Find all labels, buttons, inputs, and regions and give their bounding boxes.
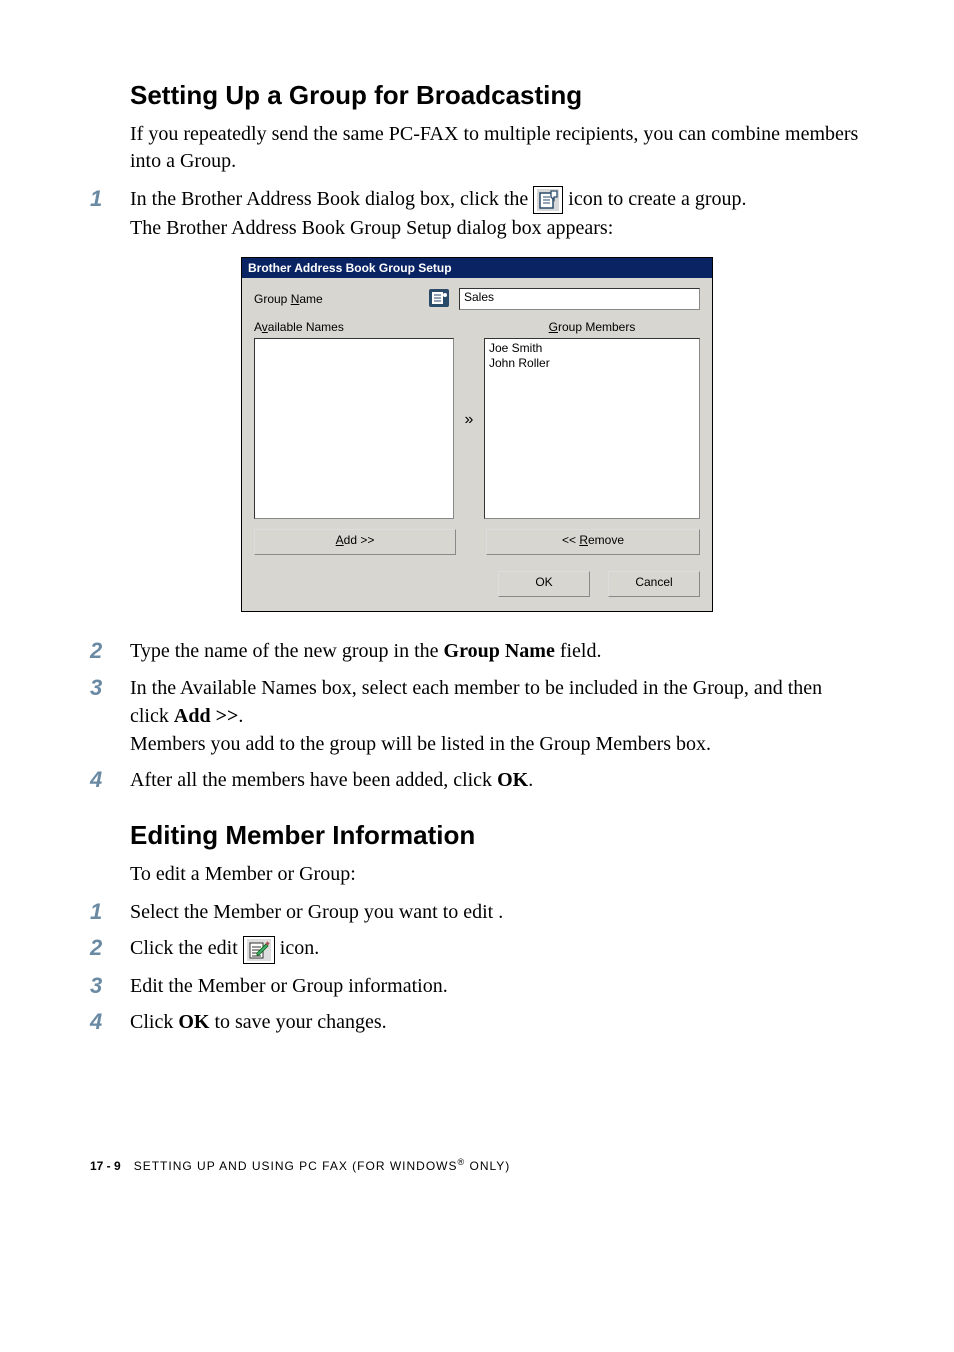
text: The Brother Address Book Group Setup dia…	[130, 217, 613, 239]
step-text: Select the Member or Group you want to e…	[130, 898, 864, 926]
group-icon	[419, 289, 459, 310]
text: A	[336, 533, 344, 547]
text: to save your changes.	[209, 1011, 386, 1033]
remove-button[interactable]: << Remove	[486, 529, 700, 555]
move-right-icon: »	[465, 411, 474, 429]
text-bold: Group Name	[444, 640, 555, 662]
step-number: 3	[90, 972, 130, 1001]
create-group-icon	[533, 186, 563, 214]
available-names-label: Available Names	[254, 320, 454, 334]
text: icon to create a group.	[568, 188, 746, 210]
group-members-listbox[interactable]: Joe Smith John Roller	[484, 338, 700, 519]
step-text: Click OK to save your changes.	[130, 1008, 864, 1036]
text: Members you add to the group will be lis…	[130, 733, 711, 755]
text: In the Brother Address Book dialog box, …	[130, 188, 533, 210]
section-intro: If you repeatedly send the same PC-FAX t…	[130, 121, 864, 175]
text: G	[549, 320, 558, 334]
text: After all the members have been added, c…	[130, 769, 497, 791]
step-text: In the Brother Address Book dialog box, …	[130, 185, 864, 242]
section-heading-editing: Editing Member Information	[130, 820, 864, 851]
text: ame	[299, 292, 322, 306]
list-item[interactable]: Joe Smith	[489, 341, 695, 356]
text: dd >>	[344, 533, 375, 547]
text: field.	[555, 640, 602, 662]
text: ailable Names	[268, 320, 344, 334]
step-number: 2	[90, 637, 130, 666]
list-item[interactable]: John Roller	[489, 356, 695, 371]
text: Click the edit	[130, 937, 243, 959]
step-text: After all the members have been added, c…	[130, 766, 864, 794]
available-names-listbox[interactable]	[254, 338, 454, 519]
group-setup-dialog: Brother Address Book Group Setup Group N…	[241, 257, 713, 612]
dialog-title-bar: Brother Address Book Group Setup	[242, 258, 712, 278]
group-name-input[interactable]: Sales	[459, 288, 700, 310]
text: icon.	[280, 937, 319, 959]
text: Click	[130, 1011, 178, 1033]
step-text: In the Available Names box, select each …	[130, 674, 864, 758]
cancel-button[interactable]: Cancel	[608, 571, 700, 597]
add-button[interactable]: Add >>	[254, 529, 456, 555]
text: Group	[254, 292, 291, 306]
step-text: Edit the Member or Group information.	[130, 972, 864, 1000]
group-members-label: Group Members	[484, 320, 700, 334]
step-number: 4	[90, 766, 130, 795]
text: ONLY)	[465, 1159, 510, 1173]
step-number: 1	[90, 898, 130, 927]
text: SETTING UP AND USING PC FAX (FOR WINDOWS	[134, 1159, 458, 1173]
text: emove	[588, 533, 624, 547]
text: .	[528, 769, 533, 791]
page-footer: 17 - 9 SETTING UP AND USING PC FAX (FOR …	[90, 1157, 864, 1173]
text: Type the name of the new group in the	[130, 640, 444, 662]
text: <<	[562, 533, 579, 547]
step-number: 4	[90, 1008, 130, 1037]
page-number: 17 - 9	[90, 1159, 121, 1173]
text: R	[579, 533, 588, 547]
text: roup Members	[558, 320, 635, 334]
text-bold: OK	[178, 1011, 209, 1033]
step-text: Click the edit icon.	[130, 934, 864, 963]
section-heading-broadcasting: Setting Up a Group for Broadcasting	[130, 80, 864, 111]
text-bold: OK	[497, 769, 528, 791]
section-intro: To edit a Member or Group:	[130, 861, 864, 888]
step-number: 1	[90, 185, 130, 214]
ok-button[interactable]: OK	[498, 571, 590, 597]
step-number: 2	[90, 934, 130, 963]
text: .	[238, 705, 243, 727]
group-name-label: Group Name	[254, 292, 419, 306]
step-number: 3	[90, 674, 130, 703]
edit-icon	[243, 936, 275, 964]
text-bold: Add >>	[174, 705, 238, 727]
step-text: Type the name of the new group in the Gr…	[130, 637, 864, 665]
text: A	[254, 320, 262, 334]
registered-mark: ®	[458, 1157, 466, 1167]
